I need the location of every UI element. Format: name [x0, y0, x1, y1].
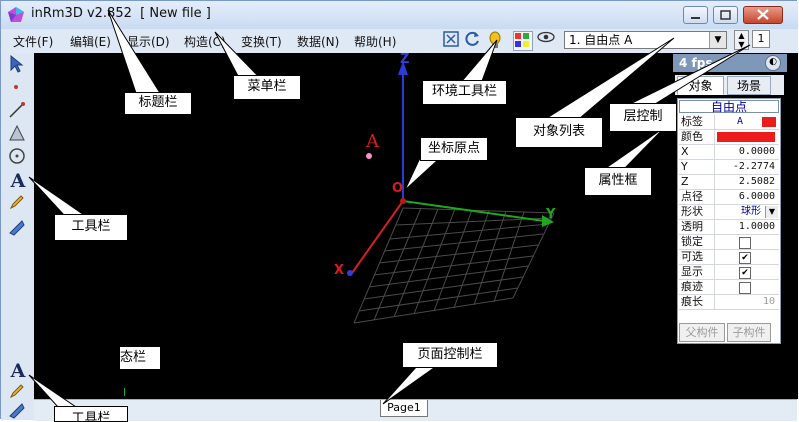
fullscreen-icon[interactable] — [443, 31, 463, 51]
prop-row-z[interactable]: Z 2.5082 — [679, 175, 779, 190]
parent-component-button[interactable]: 父构件 — [679, 323, 725, 342]
visible-checkbox[interactable]: ✔ — [739, 267, 751, 279]
y-axis-label: Y — [546, 207, 556, 222]
prop-row-opacity[interactable]: 透明 1.0000 — [679, 220, 779, 235]
ruler-tool-icon-bottom[interactable] — [8, 402, 28, 422]
menu-view[interactable]: 显示(D) — [127, 33, 170, 50]
polygon-tool-icon[interactable] — [8, 124, 28, 144]
child-component-button[interactable]: 子构件 — [727, 323, 771, 342]
page-control-bar: Page1 — [34, 399, 797, 421]
origin-point[interactable] — [400, 198, 406, 204]
chevron-down-icon[interactable]: ▼ — [765, 206, 778, 218]
object-list-value: 1. 自由点 A — [569, 33, 633, 47]
callout-status-bar: 态栏 — [120, 346, 161, 370]
prop-row-selectable[interactable]: 可选 ✔ — [679, 250, 779, 265]
callout-toolbar-bottom: 工具栏 — [54, 406, 128, 422]
callout-menu-bar: 菜单栏 — [233, 75, 301, 100]
line-tool-icon[interactable] — [8, 101, 28, 121]
menu-edit[interactable]: 编辑(E) — [70, 33, 111, 50]
tab-scene[interactable]: 场景 — [727, 76, 771, 95]
pencil-tool-icon[interactable] — [8, 193, 28, 213]
prop-row-trace[interactable]: 痕迹 — [679, 280, 779, 295]
prop-row-lock[interactable]: 锁定 — [679, 235, 779, 250]
close-button[interactable] — [743, 6, 783, 24]
minimize-icon — [691, 17, 700, 19]
object-list-select[interactable]: 1. 自由点 A ▼ — [564, 31, 727, 49]
refresh-icon[interactable] — [465, 31, 485, 51]
menu-file[interactable]: 文件(F) — [13, 33, 53, 50]
pencil-tool-icon-bottom[interactable] — [8, 382, 28, 402]
select-arrow-icon[interactable] — [8, 55, 28, 75]
layer-stepper[interactable]: ▲ ▼ — [734, 30, 749, 50]
eye-icon[interactable] — [537, 31, 557, 51]
floor-grid — [353, 207, 555, 324]
x-axis-red — [351, 200, 404, 274]
origin-label: O — [392, 181, 404, 196]
property-title: 自由点 — [679, 100, 779, 114]
status-indicator — [124, 388, 125, 396]
tab-object[interactable]: 对象 — [677, 76, 724, 95]
point-a-label: A — [366, 131, 379, 152]
prop-row-shape[interactable]: 形状 球形 ▼ — [679, 205, 779, 220]
prop-row-trace-length[interactable]: 痕长 10 — [679, 295, 779, 310]
prop-row-x[interactable]: X 0.0000 — [679, 145, 779, 160]
prop-row-size[interactable]: 点径 6.0000 — [679, 190, 779, 205]
prop-row-visible[interactable]: 显示 ✔ — [679, 265, 779, 280]
ruler-tool-icon[interactable] — [8, 219, 28, 239]
fps-value: 4 fps — [679, 56, 713, 70]
palette-icon[interactable] — [513, 31, 533, 51]
menu-construct[interactable]: 构造(C) — [184, 33, 226, 50]
maximize-button[interactable] — [713, 6, 738, 24]
lock-checkbox[interactable] — [739, 237, 751, 249]
title-bar: inRm3D v2.852 [ New file ] — [1, 1, 798, 29]
callout-page-control: 页面控制栏 — [402, 342, 498, 368]
label-color-swatch[interactable] — [762, 117, 776, 127]
menu-data[interactable]: 数据(N) — [297, 33, 339, 50]
close-icon — [757, 9, 769, 20]
color-bar[interactable] — [717, 132, 775, 142]
panel-tabs: 对象 场景 — [675, 75, 784, 95]
chevron-down-icon[interactable]: ▼ — [709, 32, 726, 48]
pin-icon[interactable]: ◐ — [765, 55, 781, 71]
text-tool-icon-bottom[interactable]: A — [8, 360, 28, 382]
callout-title-bar: 标题栏 — [124, 92, 192, 115]
trace-checkbox[interactable] — [739, 282, 751, 294]
selectable-checkbox[interactable]: ✔ — [739, 252, 751, 264]
menu-transform[interactable]: 变换(T) — [241, 33, 282, 50]
page-tab[interactable]: Page1 — [380, 400, 428, 417]
property-box: 自由点 标签 A 颜色 X 0.0000 Y -2.2774 Z 2.5082 点径 6.… — [677, 98, 781, 344]
window-title: inRm3D v2.852 [ New file ] — [31, 6, 211, 21]
z-axis-label: Z — [400, 52, 410, 67]
maximize-icon — [720, 10, 731, 20]
callout-property-box: 属性框 — [584, 167, 652, 196]
x-axis-end-point — [347, 270, 353, 276]
lightbulb-icon[interactable] — [487, 31, 507, 51]
callout-layer-control: 层控制 — [609, 103, 677, 132]
y-axis — [402, 200, 545, 222]
minimize-button[interactable] — [683, 6, 708, 24]
callout-object-list: 对象列表 — [515, 117, 603, 148]
layer-value[interactable]: 1 — [752, 30, 770, 48]
menu-help[interactable]: 帮助(H) — [354, 33, 396, 50]
callout-env-toolbar: 环境工具栏 — [422, 80, 507, 105]
x-axis-label: X — [334, 263, 345, 278]
callout-origin: 坐标原点 — [420, 137, 488, 161]
prop-row-y[interactable]: Y -2.2774 — [679, 160, 779, 175]
circle-tool-icon[interactable] — [8, 147, 28, 167]
callout-toolbar: 工具栏 — [54, 214, 128, 241]
prop-row-label[interactable]: 标签 A — [679, 115, 779, 130]
app-icon — [8, 7, 24, 22]
text-tool-icon[interactable]: A — [8, 170, 28, 192]
point-a[interactable] — [366, 153, 372, 159]
point-tool-icon[interactable] — [8, 79, 28, 99]
prop-row-color[interactable]: 颜色 — [679, 130, 779, 145]
